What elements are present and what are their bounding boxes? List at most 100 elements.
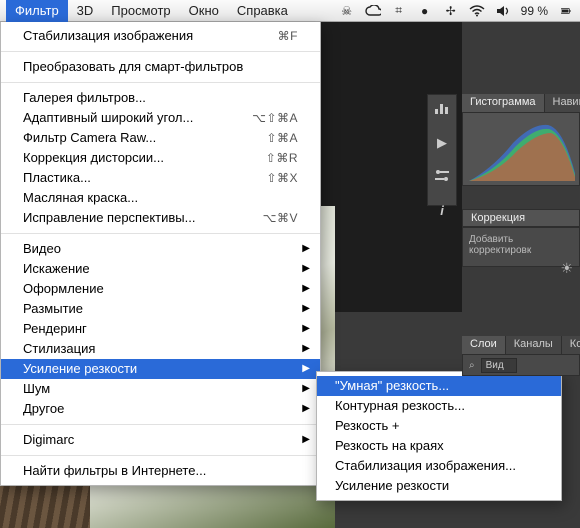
submenu-item[interactable]: Резкость на краях (317, 436, 561, 456)
submenu-arrow-icon: ▶ (302, 430, 310, 450)
menu-item-label: Фильтр Camera Raw... (23, 128, 258, 148)
menu-item[interactable]: Видео▶ (1, 239, 320, 259)
menu-shortcut: ⇧⌘A (266, 128, 298, 148)
submenu-item[interactable]: Контурная резкость... (317, 396, 561, 416)
submenu-item-label: Усиление резкости (335, 476, 543, 496)
submenu-arrow-icon: ▶ (302, 299, 310, 319)
menu-filter[interactable]: Фильтр (6, 0, 68, 22)
sharpen-submenu: "Умная" резкость...Контурная резкость...… (316, 371, 562, 501)
menu-separator (1, 233, 320, 234)
submenu-item-label: Резкость на краях (335, 436, 543, 456)
menu-item[interactable]: Рендеринг▶ (1, 319, 320, 339)
menu-item-label: Рендеринг (23, 319, 298, 339)
menu-item-label: Другое (23, 399, 298, 419)
correction-panel: Добавить корректировк ☀ (462, 227, 580, 267)
submenu-arrow-icon: ▶ (302, 279, 310, 299)
oval-icon[interactable]: ● (417, 3, 433, 19)
filter-dropdown: Стабилизация изображения ⌘F Преобразовать … (0, 22, 321, 486)
menu-window[interactable]: Окно (180, 0, 228, 22)
submenu-item-label: Резкость + (335, 416, 543, 436)
submenu-arrow-icon: ▶ (302, 379, 310, 399)
tab-paths[interactable]: Контур (562, 336, 580, 354)
menu-3d[interactable]: 3D (68, 0, 103, 22)
layers-tabs: Слои Каналы Контур (462, 336, 580, 354)
menu-item[interactable]: Шум▶ (1, 379, 320, 399)
menu-item[interactable]: Коррекция дисторсии... ⇧⌘R (1, 148, 320, 168)
menu-separator (1, 455, 320, 456)
menu-help[interactable]: Справка (228, 0, 297, 22)
menu-item-label: Шум (23, 379, 298, 399)
menu-item-label: Размытие (23, 299, 298, 319)
wifi-icon[interactable] (469, 3, 485, 19)
play-icon[interactable]: ▶ (433, 135, 451, 151)
submenu-item[interactable]: "Умная" резкость... (317, 376, 561, 396)
menu-item[interactable]: Искажение▶ (1, 259, 320, 279)
submenu-arrow-icon: ▶ (302, 359, 310, 379)
menu-item[interactable]: Размытие▶ (1, 299, 320, 319)
menu-item[interactable]: Пластика... ⇧⌘X (1, 168, 320, 188)
menu-separator (1, 51, 320, 52)
search-icon[interactable]: ⌕ (469, 360, 475, 371)
submenu-arrow-icon: ▶ (302, 239, 310, 259)
tab-channels[interactable]: Каналы (506, 336, 562, 354)
skull-icon[interactable]: ☠ (339, 3, 355, 19)
menu-item-label: Коррекция дисторсии... (23, 148, 258, 168)
panel-icon-column: ▶ i (427, 94, 457, 206)
menu-item[interactable]: Преобразовать для смарт-фильтров (1, 57, 320, 77)
submenu-item-label: "Умная" резкость... (335, 376, 543, 396)
menu-shortcut: ⌘F (278, 26, 298, 46)
menu-item-label: Digimarc (23, 430, 298, 450)
menu-item-label: Искажение (23, 259, 298, 279)
histogram-tabs: Гистограмма Навигат (462, 94, 580, 112)
histogram-panel (462, 112, 580, 186)
submenu-item[interactable]: Стабилизация изображения... (317, 456, 561, 476)
menu-item-label: Оформление (23, 279, 298, 299)
submenu-item[interactable]: Усиление резкости (317, 476, 561, 496)
menu-item[interactable]: Галерея фильтров... (1, 88, 320, 108)
status-area: ☠ ⌗ ● ✢ 99 % (339, 3, 574, 19)
volume-icon[interactable] (495, 3, 511, 19)
menu-shortcut: ⇧⌘R (266, 148, 298, 168)
brightness-adjust-icon[interactable]: ☀ (560, 260, 573, 276)
correction-hint: Добавить корректировк (469, 234, 531, 256)
menu-item-label: Исправление перспективы... (23, 208, 255, 228)
menu-item[interactable]: Стилизация▶ (1, 339, 320, 359)
menu-item[interactable]: Digimarc▶ (1, 430, 320, 450)
menu-item-label: Стилизация (23, 339, 298, 359)
adjustments-icon[interactable] (433, 169, 451, 185)
histogram-icon[interactable] (433, 101, 451, 117)
menu-item-label: Найти фильтры в Интернете... (23, 461, 298, 481)
info-icon[interactable]: i (433, 203, 451, 218)
tab-layers[interactable]: Слои (462, 336, 506, 354)
menu-item-label: Стабилизация изображения (23, 26, 270, 46)
menu-view[interactable]: Просмотр (102, 0, 179, 22)
submenu-arrow-icon: ▶ (302, 339, 310, 359)
tab-navigator[interactable]: Навигат (545, 94, 580, 112)
menu-separator (1, 424, 320, 425)
hash-icon[interactable]: ⌗ (391, 3, 407, 19)
tab-correction[interactable]: Коррекция (462, 209, 580, 227)
submenu-item[interactable]: Резкость + (317, 416, 561, 436)
submenu-item-label: Стабилизация изображения... (335, 456, 543, 476)
battery-icon[interactable] (558, 3, 574, 19)
menu-item[interactable]: Стабилизация изображения ⌘F (1, 26, 320, 46)
menu-separator (1, 82, 320, 83)
layers-panel: ⌕ Вид (462, 354, 580, 376)
menu-item[interactable]: Оформление▶ (1, 279, 320, 299)
menu-item[interactable]: Масляная краска... (1, 188, 320, 208)
layer-filter-select[interactable]: Вид (481, 358, 517, 373)
menu-item-label: Пластика... (23, 168, 258, 188)
tab-histogram[interactable]: Гистограмма (462, 94, 545, 112)
battery-percent[interactable]: 99 % (521, 4, 548, 18)
menu-item[interactable]: Фильтр Camera Raw... ⇧⌘A (1, 128, 320, 148)
menu-item[interactable]: Адаптивный широкий угол...⌥⇧⌘A (1, 108, 320, 128)
menu-item[interactable]: Найти фильтры в Интернете... (1, 461, 320, 481)
spark-icon[interactable]: ✢ (443, 3, 459, 19)
system-menubar: Фильтр 3D Просмотр Окно Справка ☠ ⌗ ● ✢ … (0, 0, 580, 22)
menu-item[interactable]: Другое▶ (1, 399, 320, 419)
submenu-item-label: Контурная резкость... (335, 396, 543, 416)
menu-shortcut: ⇧⌘X (266, 168, 298, 188)
menu-item[interactable]: Усиление резкости▶ (1, 359, 320, 379)
creative-cloud-icon[interactable] (365, 3, 381, 19)
menu-item[interactable]: Исправление перспективы...⌥⌘V (1, 208, 320, 228)
